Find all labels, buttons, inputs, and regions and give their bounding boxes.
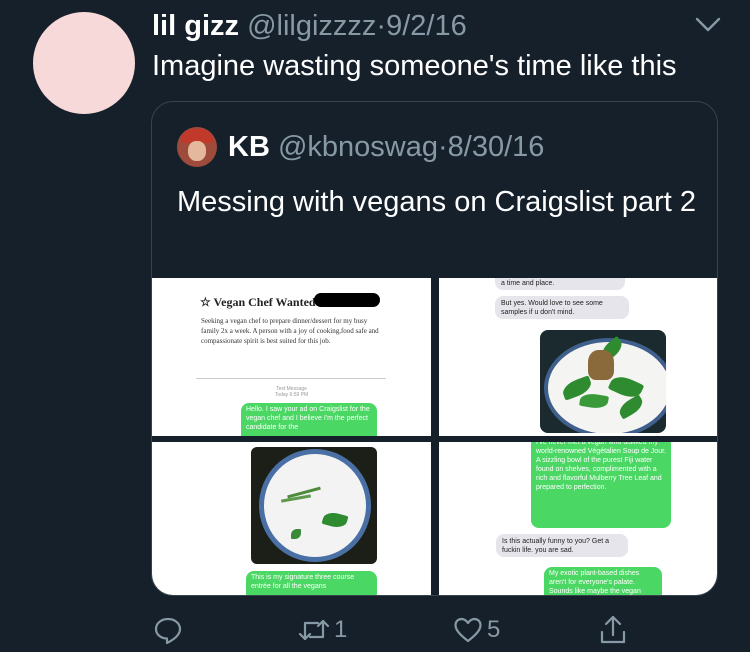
user-avatar[interactable] <box>33 12 135 114</box>
quoted-tweet-text: Messing with vegans on Craigslist part 2 <box>177 186 697 218</box>
message-bubble-received: Is this actually funny to you? Get a fuc… <box>496 534 628 557</box>
quoted-separator-dot: · <box>437 131 448 163</box>
tweet-actions: 1 5 <box>0 612 750 648</box>
quoted-display-name[interactable]: KB <box>228 131 270 163</box>
message-bubble-received: a time and place. <box>495 278 625 290</box>
redaction-bar <box>314 293 380 307</box>
share-button[interactable] <box>598 612 628 648</box>
quoted-user-avatar[interactable] <box>177 127 217 167</box>
retweet-icon <box>298 619 330 641</box>
reply-icon <box>154 617 182 645</box>
tweet-text: Imagine wasting someone's time like this <box>152 50 677 82</box>
retweet-count: 1 <box>334 616 348 643</box>
chevron-down-icon[interactable] <box>694 14 722 36</box>
like-button[interactable]: 5 <box>453 612 500 648</box>
display-name[interactable]: lil gizz <box>152 10 239 42</box>
media-grid: ☆ Vegan Chef Wanted! Seeking a vegan che… <box>152 278 717 595</box>
separator-dot: · <box>376 10 387 42</box>
quoted-tweet-header: KB @kbnoswag·8/30/16 <box>228 129 544 165</box>
message-bubble-sent: I've never met a vegan who disliked my w… <box>531 442 671 528</box>
message-bubble-received: But yes. Would love to see some samples … <box>495 296 629 319</box>
media-image-1[interactable]: ☆ Vegan Chef Wanted! Seeking a vegan che… <box>152 278 431 436</box>
plate-photo <box>251 447 377 564</box>
tweet-header: lil gizz @lilgizzzz·9/2/16 <box>152 8 467 44</box>
ad-body: Seeking a vegan chef to prepare dinner/d… <box>201 317 379 345</box>
food-photo <box>540 330 666 433</box>
message-timestamp: Text Message Today 6:59 PM <box>274 386 309 398</box>
quoted-tweet-date[interactable]: 8/30/16 <box>448 131 545 163</box>
media-image-4[interactable]: I've never met a vegan who disliked my w… <box>439 442 717 595</box>
media-image-3[interactable]: This is my signature three course entrée… <box>152 442 431 595</box>
message-bubble-sent: My exotic plant-based dishes aren't for … <box>544 567 662 595</box>
user-handle[interactable]: @lilgizzzz <box>247 10 376 42</box>
tweet-date[interactable]: 9/2/16 <box>386 10 467 42</box>
retweet-button[interactable]: 1 <box>298 612 347 648</box>
like-count: 5 <box>487 616 501 643</box>
message-bubble-sent: Hello. I saw your ad on Craigslist for t… <box>241 403 377 436</box>
quoted-tweet[interactable]: KB @kbnoswag·8/30/16 Messing with vegans… <box>151 101 718 596</box>
heart-icon <box>454 617 482 643</box>
quoted-user-handle[interactable]: @kbnoswag <box>278 131 438 163</box>
message-bubble-sent: This is my signature three course entrée… <box>246 571 377 595</box>
share-icon <box>600 615 626 644</box>
divider <box>196 378 386 379</box>
ad-title: ☆ Vegan Chef Wanted! <box>200 295 320 309</box>
reply-button[interactable] <box>153 612 183 648</box>
media-image-2[interactable]: a time and place. But yes. Would love to… <box>439 278 717 436</box>
